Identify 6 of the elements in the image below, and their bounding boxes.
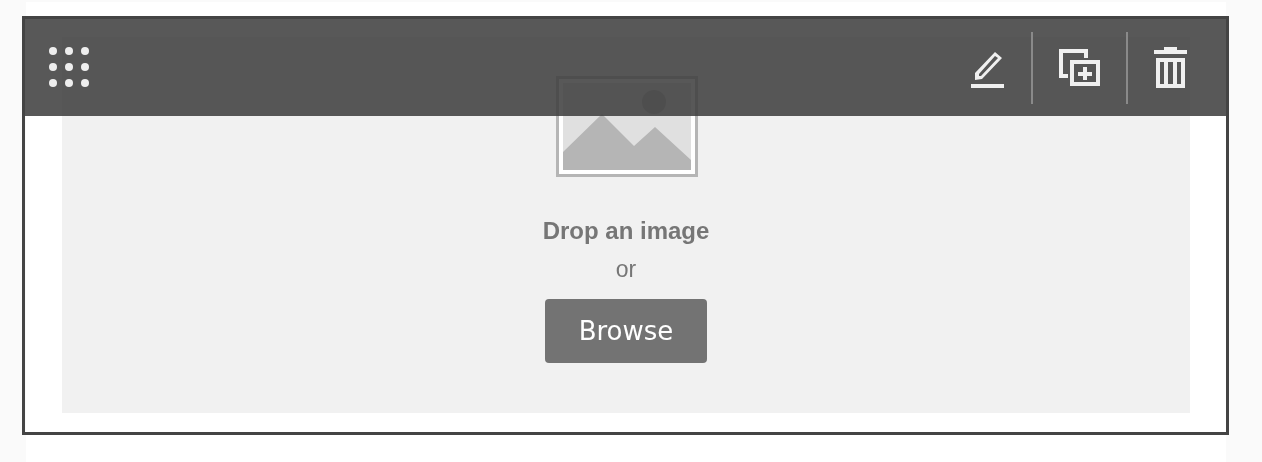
browse-button[interactable]: Browse bbox=[545, 299, 707, 363]
drag-handle-icon[interactable] bbox=[49, 46, 91, 89]
delete-icon[interactable] bbox=[1154, 47, 1187, 88]
separator-text: or bbox=[615, 256, 637, 283]
duplicate-icon[interactable] bbox=[1059, 49, 1100, 86]
drop-title: Drop an image bbox=[542, 217, 710, 245]
